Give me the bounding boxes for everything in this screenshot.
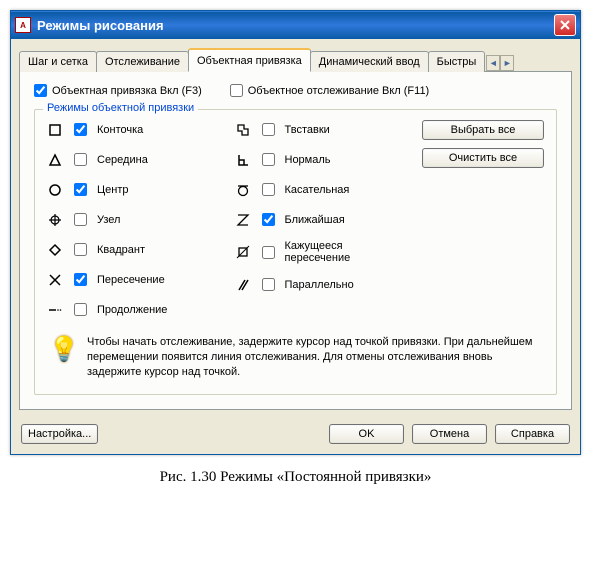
osnap-on-checkbox[interactable] — [34, 84, 47, 97]
quadrant-icon — [47, 242, 63, 258]
snap-intersection-checkbox[interactable] — [74, 273, 87, 286]
snap-quadrant-checkbox[interactable] — [74, 243, 87, 256]
snap-endpoint-checkbox[interactable] — [74, 123, 87, 136]
snap-parallel-checkbox[interactable] — [262, 278, 275, 291]
intersection-icon — [47, 272, 63, 288]
snap-col-left: Конточка Середина Центр — [47, 120, 223, 319]
snap-extension-checkbox[interactable] — [74, 303, 87, 316]
snap-grid: Конточка Середина Центр — [47, 120, 544, 319]
snap-parallel: Параллельно — [235, 275, 411, 294]
snap-node-checkbox[interactable] — [74, 213, 87, 226]
snap-intersection: Пересечение — [47, 270, 223, 289]
snap-perpendicular: Нормаль — [235, 150, 411, 169]
node-icon — [47, 212, 63, 228]
snap-center: Центр — [47, 180, 223, 199]
apparent-icon — [235, 244, 251, 260]
snap-modes-fieldset: Режимы объектной привязки Конточка Серед… — [34, 109, 557, 395]
cancel-button[interactable]: Отмена — [412, 424, 487, 444]
snap-midpoint-checkbox[interactable] — [74, 153, 87, 166]
snap-col-buttons: Выбрать все Очистить все — [422, 120, 544, 319]
tab-content: Объектная привязка Вкл (F3) Объектное от… — [19, 72, 572, 410]
perpendicular-icon — [235, 152, 251, 168]
options-button[interactable]: Настройка... — [21, 424, 98, 444]
help-button[interactable]: Справка — [495, 424, 570, 444]
snap-endpoint: Конточка — [47, 120, 223, 139]
snap-insertion-checkbox[interactable] — [262, 123, 275, 136]
tab-object-snap[interactable]: Объектная привязка — [188, 48, 311, 72]
spacer — [106, 424, 321, 444]
client-area: Шаг и сетка Отслеживание Объектная привя… — [11, 39, 580, 418]
osnap-on-check[interactable]: Объектная привязка Вкл (F3) — [34, 84, 202, 97]
snap-intersection-label: Пересечение — [97, 274, 165, 286]
master-checks: Объектная привязка Вкл (F3) Объектное от… — [34, 84, 557, 97]
nearest-icon — [235, 212, 251, 228]
snap-quadrant-label: Квадрант — [97, 244, 145, 256]
snap-col-mid: Твставки Нормаль Касательная — [235, 120, 411, 319]
tab-scroll: ◄ ► — [486, 55, 514, 71]
tab-scroll-right[interactable]: ► — [500, 55, 514, 71]
extension-icon — [47, 302, 63, 318]
snap-insertion: Твставки — [235, 120, 411, 139]
tab-scroll-left[interactable]: ◄ — [486, 55, 500, 71]
snap-tangent: Касательная — [235, 180, 411, 199]
snap-parallel-label: Параллельно — [285, 279, 354, 291]
snap-apparent: Кажущееся пересечение — [235, 240, 411, 264]
tangent-icon — [235, 182, 251, 198]
snap-midpoint-label: Середина — [97, 154, 148, 166]
snap-node-label: Узел — [97, 214, 120, 226]
snap-insertion-label: Твставки — [285, 124, 330, 136]
close-button[interactable] — [554, 14, 576, 36]
snap-tangent-checkbox[interactable] — [262, 183, 275, 196]
snap-endpoint-label: Конточка — [97, 124, 143, 136]
lightbulb-icon: 💡 — [51, 335, 77, 369]
snap-nearest: Ближайшая — [235, 210, 411, 229]
select-all-button[interactable]: Выбрать все — [422, 120, 544, 140]
snap-midpoint: Середина — [47, 150, 223, 169]
snap-perpendicular-checkbox[interactable] — [262, 153, 275, 166]
snap-node: Узел — [47, 210, 223, 229]
app-icon: A — [15, 17, 31, 33]
tab-dynamic-input[interactable]: Динамический ввод — [310, 51, 429, 72]
snap-extension-label: Продолжение — [97, 304, 167, 316]
hint-text: Чтобы начать отслеживание, задержите кур… — [87, 335, 540, 380]
snap-apparent-label: Кажущееся пересечение — [285, 240, 411, 264]
center-icon — [47, 182, 63, 198]
fieldset-title: Режимы объектной привязки — [43, 102, 198, 114]
snap-nearest-checkbox[interactable] — [262, 213, 275, 226]
endpoint-icon — [47, 122, 63, 138]
tab-strip: Шаг и сетка Отслеживание Объектная привя… — [19, 47, 572, 72]
titlebar: A Режимы рисования — [11, 11, 580, 39]
tab-step-grid[interactable]: Шаг и сетка — [19, 51, 97, 72]
clear-all-button[interactable]: Очистить все — [422, 148, 544, 168]
parallel-icon — [235, 277, 251, 293]
window-title: Режимы рисования — [37, 18, 554, 33]
otrack-on-check[interactable]: Объектное отслеживание Вкл (F11) — [230, 84, 429, 97]
otrack-on-checkbox[interactable] — [230, 84, 243, 97]
snap-nearest-label: Ближайшая — [285, 214, 345, 226]
snap-perpendicular-label: Нормаль — [285, 154, 331, 166]
ok-button[interactable]: OK — [329, 424, 404, 444]
snap-quadrant: Квадрант — [47, 240, 223, 259]
snap-tangent-label: Касательная — [285, 184, 350, 196]
osnap-on-label: Объектная привязка Вкл (F3) — [52, 85, 202, 97]
snap-apparent-checkbox[interactable] — [262, 246, 275, 259]
snap-center-checkbox[interactable] — [74, 183, 87, 196]
midpoint-icon — [47, 152, 63, 168]
otrack-on-label: Объектное отслеживание Вкл (F11) — [248, 85, 429, 97]
snap-extension: Продолжение — [47, 300, 223, 319]
tab-tracking[interactable]: Отслеживание — [96, 51, 189, 72]
snap-center-label: Центр — [97, 184, 129, 196]
figure-caption: Рис. 1.30 Режимы «Постоянной привязки» — [10, 469, 581, 486]
bottom-bar: Настройка... OK Отмена Справка — [11, 418, 580, 454]
dialog-window: A Режимы рисования Шаг и сетка Отслежива… — [10, 10, 581, 455]
hint-box: 💡 Чтобы начать отслеживание, задержите к… — [47, 335, 544, 380]
insertion-icon — [235, 122, 251, 138]
tab-quick[interactable]: Быстры — [428, 51, 486, 72]
